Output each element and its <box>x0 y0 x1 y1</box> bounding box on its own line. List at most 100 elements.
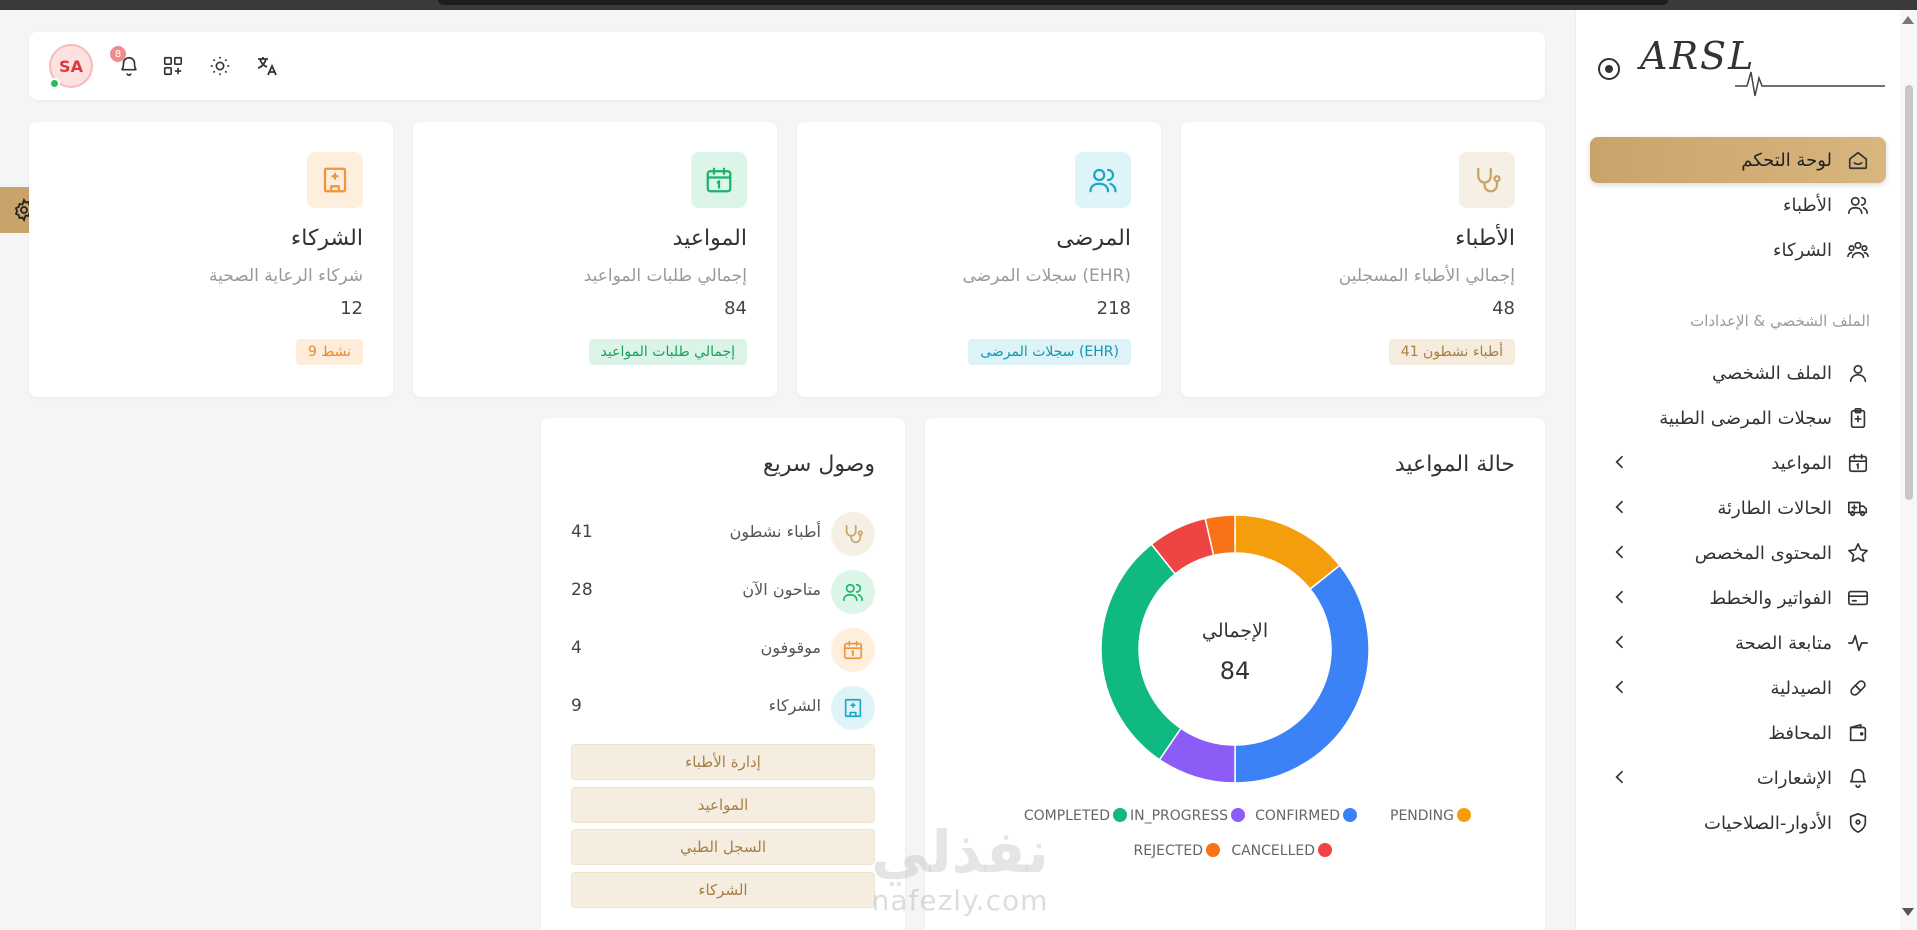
stat-card-0[interactable]: الأطباء إجمالي الأطباء المسجلين 48 41 أطباء… <box>1181 122 1545 397</box>
sidebar-item-label: الملف الشخصي <box>1712 362 1832 384</box>
sidebar-item-4[interactable]: سجلات المرضى الطبية <box>1590 395 1886 441</box>
quick-row-1[interactable]: متاحون الآن 28 <box>571 568 875 614</box>
donut-slice-completed[interactable] <box>1100 543 1182 761</box>
legend-dot-pending[interactable] <box>1457 808 1471 822</box>
donut-slice-confirmed[interactable] <box>1234 564 1370 784</box>
quick-row-value: 9 <box>571 696 582 716</box>
translate-icon[interactable] <box>253 52 281 80</box>
card-subtitle: إجمالي الأطباء المسجلين <box>1338 266 1515 286</box>
chevron-left-icon[interactable] <box>1610 542 1630 562</box>
sidebar-item-label: الشركاء <box>1773 239 1832 261</box>
sun-icon[interactable] <box>206 52 234 80</box>
quick-action-button-3[interactable]: الشركاء <box>571 872 875 908</box>
stethoscope-icon <box>1459 152 1515 208</box>
chevron-left-icon[interactable] <box>1610 677 1630 697</box>
sidebar-item-label: المواعيد <box>1771 452 1832 474</box>
scroll-up-arrow-icon[interactable] <box>1902 16 1914 24</box>
quick-row-2[interactable]: موقوفون 4 <box>571 626 875 672</box>
card-subtitle: شركاء الرعاية الصحية <box>208 266 363 286</box>
chevron-left-icon[interactable] <box>1610 767 1630 787</box>
top-header: SA 8 <box>29 32 1545 100</box>
legend-label-completed[interactable]: COMPLETED <box>1024 808 1110 824</box>
chevron-left-icon[interactable] <box>1610 587 1630 607</box>
quick-action-button-1[interactable]: المواعيد <box>571 787 875 823</box>
calendar-icon <box>1846 451 1870 475</box>
browser-top-strip <box>0 0 1917 10</box>
sidebar-item-0[interactable]: لوحة التحكم <box>1590 137 1886 183</box>
patients-icon <box>1075 152 1131 208</box>
legend-label-rejected[interactable]: REJECTED <box>1133 843 1203 859</box>
calendar-icon <box>831 628 875 672</box>
sidebar-item-5[interactable]: المواعيد <box>1590 440 1886 486</box>
card-value: 84 <box>724 298 747 319</box>
sidebar-item-9[interactable]: متابعة الصحة <box>1590 620 1886 666</box>
card-badge: إجمالي طلبات المواعيد <box>588 339 747 365</box>
stat-card-3[interactable]: الشركاء شركاء الرعاية الصحية 12 9 نشط <box>29 122 393 397</box>
online-status-dot <box>49 78 60 89</box>
chevron-left-icon[interactable] <box>1610 632 1630 652</box>
star-icon <box>1846 541 1870 565</box>
sidebar-item-6[interactable]: الحالات الطارئة <box>1590 485 1886 531</box>
chevron-left-icon[interactable] <box>1610 497 1630 517</box>
card-icon <box>1846 586 1870 610</box>
sidebar-item-12[interactable]: الإشعارات <box>1590 755 1886 801</box>
sidebar-item-7[interactable]: المحتوى المخصص <box>1590 530 1886 576</box>
scroll-down-arrow-icon[interactable] <box>1902 908 1914 916</box>
chevron-left-icon[interactable] <box>1610 452 1630 472</box>
quick-action-button-0[interactable]: إدارة الأطباء <box>571 744 875 780</box>
legend-dot-completed[interactable] <box>1113 808 1127 822</box>
sidebar-item-3[interactable]: الملف الشخصي <box>1590 350 1886 396</box>
sidebar-item-label: الصيدلية <box>1770 677 1832 699</box>
sidebar-item-label: سجلات المرضى الطبية <box>1659 407 1832 429</box>
sidebar-item-8[interactable]: الفواتير والخطط <box>1590 575 1886 621</box>
sidebar-toggle-icon[interactable] <box>1598 58 1620 80</box>
notification-badge: 8 <box>110 46 126 62</box>
quick-row-label: الشركاء <box>768 696 821 715</box>
card-value: 12 <box>340 298 363 319</box>
sidebar-item-label: المحافظ <box>1768 722 1832 744</box>
legend-label-cancelled[interactable]: CANCELLED <box>1231 843 1315 859</box>
card-title: المرضى <box>1056 226 1131 251</box>
stethoscope-icon <box>831 512 875 556</box>
stat-card-1[interactable]: المرضى سجلات المرضى (EHR) 218 سجلات المرضى … <box>797 122 1161 397</box>
sidebar-section-label: الملف الشخصي & الإعدادات <box>1690 312 1870 330</box>
scrollbar-thumb[interactable] <box>1905 85 1913 500</box>
card-badge: 9 نشط <box>295 339 363 365</box>
donut-center-label: الإجمالي <box>1202 620 1268 642</box>
home-icon <box>1846 148 1870 172</box>
bell-icon <box>1846 766 1870 790</box>
calendar-icon <box>691 152 747 208</box>
card-value: 48 <box>1492 298 1515 319</box>
quick-row-value: 28 <box>571 580 593 600</box>
pulse-icon <box>1846 631 1870 655</box>
donut-center-value: 84 <box>1220 657 1251 685</box>
building-icon <box>307 152 363 208</box>
apps-grid-icon[interactable] <box>159 52 187 80</box>
quick-row-0[interactable]: أطباء نشطون 41 <box>571 510 875 556</box>
partners-icon <box>1846 238 1870 262</box>
legend-label-pending[interactable]: PENDING <box>1390 808 1454 824</box>
quick-row-3[interactable]: الشركاء 9 <box>571 684 875 730</box>
legend-dot-cancelled[interactable] <box>1318 843 1332 857</box>
brand-logo[interactable]: ARSL <box>1590 30 1895 100</box>
legend-dot-confirmed[interactable] <box>1343 808 1357 822</box>
card-title: الأطباء <box>1455 226 1515 251</box>
quick-row-value: 41 <box>571 522 593 542</box>
sidebar-item-11[interactable]: المحافظ <box>1590 710 1886 756</box>
pill-icon <box>1846 676 1870 700</box>
legend-label-in_progress[interactable]: IN_PROGRESS <box>1130 808 1228 824</box>
legend-dot-rejected[interactable] <box>1206 843 1220 857</box>
sidebar-item-13[interactable]: الأدوار-الصلاحيات <box>1590 800 1886 846</box>
sidebar-item-label: الفواتير والخطط <box>1709 587 1832 609</box>
sidebar-item-2[interactable]: الشركاء <box>1590 227 1886 273</box>
appointments-status-card: حالة المواعيد الإجمالي 84 PENDING CONFIRMED… <box>925 418 1545 930</box>
card-subtitle: إجمالي طلبات المواعيد <box>583 266 747 286</box>
quick-access-title: وصول سريع <box>762 452 875 477</box>
legend-label-confirmed[interactable]: CONFIRMED <box>1255 808 1340 824</box>
sidebar-item-10[interactable]: الصيدلية <box>1590 665 1886 711</box>
legend-dot-in_progress[interactable] <box>1231 808 1245 822</box>
card-value: 218 <box>1096 298 1131 319</box>
sidebar-item-1[interactable]: الأطباء <box>1590 182 1886 228</box>
stat-card-2[interactable]: المواعيد إجمالي طلبات المواعيد 84 إجمالي طل… <box>413 122 777 397</box>
quick-action-button-2[interactable]: السجل الطبي <box>571 829 875 865</box>
